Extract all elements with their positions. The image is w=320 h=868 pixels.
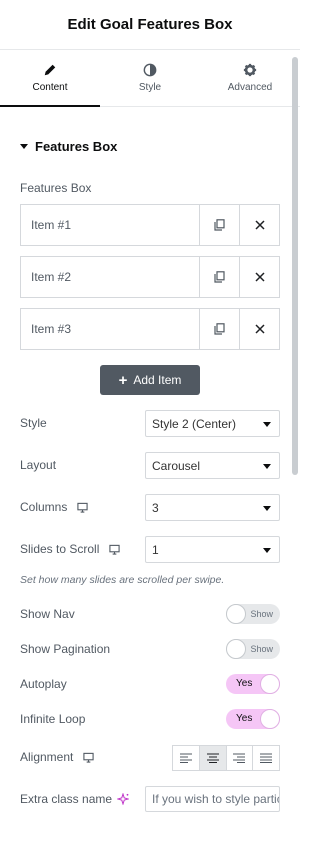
slides-to-scroll-select[interactable]: 1 bbox=[145, 536, 280, 563]
toggle-knob bbox=[226, 639, 246, 659]
ai-sparkle-icon[interactable] bbox=[117, 793, 130, 805]
show-nav-label: Show Nav bbox=[20, 607, 75, 621]
add-item-button[interactable]: + Add Item bbox=[100, 365, 200, 395]
slides-to-scroll-label: Slides to Scroll bbox=[20, 542, 100, 556]
align-left-icon bbox=[179, 753, 192, 763]
dropdown-arrow-icon bbox=[263, 548, 271, 553]
dropdown-arrow-icon bbox=[263, 464, 271, 469]
extra-class-label: Extra class name bbox=[20, 792, 113, 806]
copy-icon bbox=[214, 323, 225, 335]
columns-label: Columns bbox=[20, 500, 68, 514]
duplicate-button[interactable] bbox=[199, 309, 239, 349]
add-item-label: Add Item bbox=[133, 373, 182, 387]
remove-button[interactable] bbox=[239, 257, 279, 297]
extra-class-control: Extra class name bbox=[20, 792, 130, 806]
columns-select[interactable]: 3 bbox=[145, 494, 280, 521]
align-right-icon bbox=[233, 753, 246, 763]
repeater-label: Features Box bbox=[20, 181, 92, 195]
remove-button[interactable] bbox=[239, 309, 279, 349]
dropdown-arrow-icon bbox=[263, 506, 271, 511]
alignment-control: Alignment bbox=[20, 750, 95, 764]
toggle-state: Yes bbox=[236, 713, 253, 724]
align-justify-icon bbox=[260, 753, 273, 763]
repeater-item[interactable]: Item #2 bbox=[20, 256, 280, 298]
toggle-state: Show bbox=[250, 644, 273, 654]
duplicate-button[interactable] bbox=[199, 257, 239, 297]
repeater-item[interactable]: Item #1 bbox=[20, 204, 280, 246]
layout-select[interactable]: Carousel bbox=[145, 452, 280, 479]
toggle-knob bbox=[260, 709, 280, 729]
tab-bar: Content Style Advanced bbox=[0, 50, 300, 107]
panel-header: Edit Goal Features Box bbox=[0, 0, 300, 50]
desktop-device-icon[interactable] bbox=[83, 752, 95, 763]
tab-content-label: Content bbox=[32, 82, 68, 93]
align-left-button[interactable] bbox=[173, 746, 199, 770]
section-toggle[interactable]: Features Box bbox=[20, 139, 117, 154]
toggle-knob bbox=[260, 674, 280, 694]
caret-down-icon bbox=[20, 144, 28, 149]
close-icon bbox=[254, 272, 265, 282]
style-value: Style 2 (Center) bbox=[152, 416, 237, 431]
autoplay-toggle[interactable]: Yes bbox=[226, 674, 280, 694]
panel-title: Edit Goal Features Box bbox=[67, 16, 233, 33]
show-pagination-label: Show Pagination bbox=[20, 642, 111, 656]
align-justify-button[interactable] bbox=[252, 746, 279, 770]
slides-to-scroll-description: Set how many slides are scrolled per swi… bbox=[20, 574, 225, 586]
alignment-choices bbox=[172, 745, 280, 771]
desktop-device-icon[interactable] bbox=[77, 502, 88, 513]
align-right-button[interactable] bbox=[225, 746, 253, 770]
align-center-button[interactable] bbox=[198, 746, 226, 770]
copy-icon bbox=[214, 271, 225, 283]
infinite-loop-label: Infinite Loop bbox=[20, 712, 86, 726]
pencil-icon bbox=[44, 64, 56, 76]
repeater-item-title[interactable]: Item #2 bbox=[21, 257, 199, 297]
autoplay-label: Autoplay bbox=[20, 677, 67, 691]
show-nav-toggle[interactable]: Show bbox=[226, 604, 280, 624]
dropdown-arrow-icon bbox=[263, 422, 271, 427]
plus-icon: + bbox=[118, 371, 128, 389]
tab-content[interactable]: Content bbox=[0, 50, 100, 107]
toggle-state: Yes bbox=[236, 678, 253, 689]
half-circle-icon bbox=[143, 63, 157, 77]
repeater-item-title[interactable]: Item #1 bbox=[21, 205, 199, 245]
close-icon bbox=[254, 324, 265, 334]
style-select[interactable]: Style 2 (Center) bbox=[145, 410, 280, 437]
desktop-device-icon[interactable] bbox=[109, 544, 121, 555]
columns-value: 3 bbox=[152, 500, 159, 515]
gear-icon bbox=[243, 63, 257, 77]
toggle-knob bbox=[226, 604, 246, 624]
infinite-loop-toggle[interactable]: Yes bbox=[226, 709, 280, 729]
close-icon bbox=[254, 220, 265, 230]
repeater-item-title[interactable]: Item #3 bbox=[21, 309, 199, 349]
extra-class-input[interactable] bbox=[145, 786, 280, 812]
panel-scrollbar[interactable] bbox=[292, 57, 298, 475]
repeater-item[interactable]: Item #3 bbox=[20, 308, 280, 350]
toggle-state: Show bbox=[250, 609, 273, 619]
tab-advanced-label: Advanced bbox=[227, 82, 273, 93]
duplicate-button[interactable] bbox=[199, 205, 239, 245]
layout-label: Layout bbox=[20, 458, 57, 472]
copy-icon bbox=[214, 219, 225, 231]
layout-value: Carousel bbox=[152, 458, 201, 473]
alignment-label: Alignment bbox=[20, 750, 74, 764]
slides-to-scroll-value: 1 bbox=[152, 542, 159, 557]
tab-style[interactable]: Style bbox=[100, 50, 200, 106]
tab-style-label: Style bbox=[138, 82, 162, 93]
align-center-icon bbox=[206, 753, 219, 763]
remove-button[interactable] bbox=[239, 205, 279, 245]
section-title: Features Box bbox=[35, 139, 118, 154]
style-label: Style bbox=[20, 416, 47, 430]
tab-advanced[interactable]: Advanced bbox=[200, 50, 300, 106]
show-pagination-toggle[interactable]: Show bbox=[226, 639, 280, 659]
